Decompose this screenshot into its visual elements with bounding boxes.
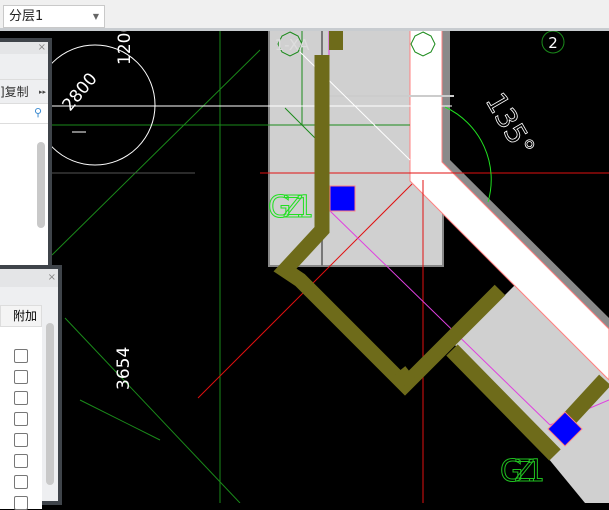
- scrollbar[interactable]: [46, 323, 54, 485]
- column-label-gz1: GZ1: [500, 454, 545, 489]
- checkbox[interactable]: [14, 454, 28, 468]
- scrollbar[interactable]: [37, 142, 45, 228]
- search-icon[interactable]: ⚲: [34, 106, 42, 119]
- axis-label-2: 2: [548, 34, 558, 52]
- checkbox[interactable]: [14, 496, 28, 510]
- checkbox[interactable]: [14, 475, 28, 489]
- layer-select[interactable]: 分层1 ▼: [3, 5, 105, 28]
- attributes-panel: × 附加: [0, 265, 62, 510]
- layer-select-value: 分层1: [9, 9, 44, 24]
- toolbar: 分层1 ▼: [0, 0, 609, 31]
- chevron-down-icon: ▼: [92, 12, 99, 21]
- column-gz1: [329, 185, 356, 212]
- column-header-extra[interactable]: 附加: [0, 305, 42, 327]
- checkbox[interactable]: [14, 349, 28, 363]
- close-icon[interactable]: ×: [48, 272, 56, 283]
- cad-canvas[interactable]: 2 1-XA 1200 2800 3654 135° GZ1 GZ1: [0, 0, 609, 503]
- properties-panel: × ]复制 ▸▸ ⚲: [0, 38, 52, 268]
- copy-label: ]复制: [0, 85, 29, 99]
- axis-label-1xa: 1-XA: [275, 36, 310, 54]
- close-icon[interactable]: ×: [38, 42, 46, 53]
- checkbox[interactable]: [14, 370, 28, 384]
- checkbox[interactable]: [14, 391, 28, 405]
- search-input[interactable]: ⚲: [0, 104, 48, 124]
- more-icon[interactable]: ▸▸: [39, 80, 46, 104]
- dim-3654: 3654: [114, 347, 134, 390]
- checkbox[interactable]: [14, 412, 28, 426]
- checkbox[interactable]: [14, 433, 28, 447]
- column-label-gz1: GZ1: [268, 190, 314, 225]
- copy-button[interactable]: ]复制 ▸▸: [0, 80, 48, 104]
